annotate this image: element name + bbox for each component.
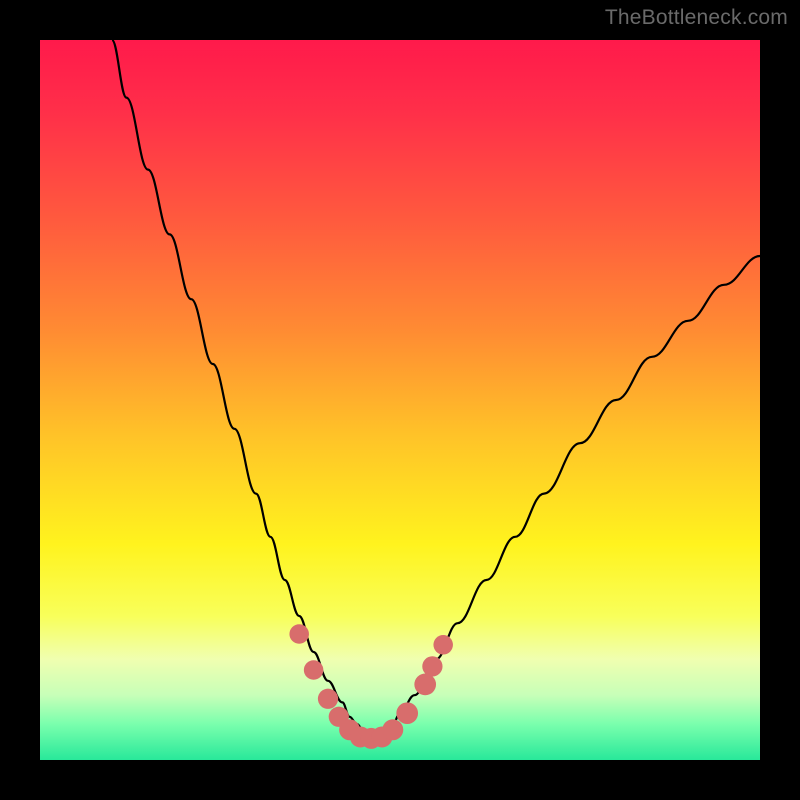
bottleneck-curve bbox=[112, 40, 760, 735]
chart-frame: TheBottleneck.com bbox=[0, 0, 800, 800]
curve-marker bbox=[433, 635, 453, 655]
curve-marker bbox=[414, 674, 436, 696]
marker-group bbox=[289, 624, 453, 749]
curve-marker bbox=[289, 624, 309, 644]
curve-marker bbox=[422, 656, 442, 676]
curve-marker bbox=[396, 702, 418, 724]
curve-layer bbox=[40, 40, 760, 760]
curve-marker bbox=[382, 719, 403, 740]
plot-area bbox=[40, 40, 760, 760]
curve-marker bbox=[318, 689, 338, 709]
watermark-text: TheBottleneck.com bbox=[605, 6, 788, 30]
curve-marker bbox=[304, 660, 324, 680]
